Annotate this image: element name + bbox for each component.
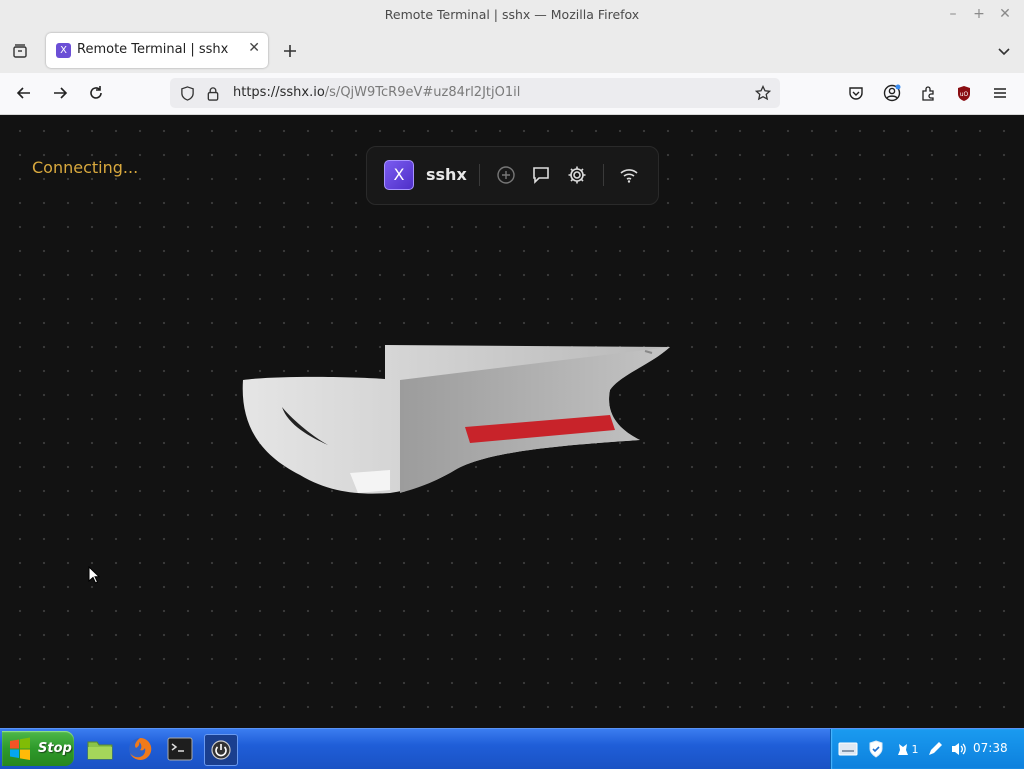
menu-hamburger-icon[interactable] <box>988 81 1012 105</box>
pocket-icon[interactable] <box>844 81 868 105</box>
connection-status: Connecting... <box>32 158 139 177</box>
tab-groups-icon[interactable] <box>8 39 32 63</box>
tab-remote-terminal[interactable]: X Remote Terminal | sshx ✕ <box>46 33 268 68</box>
navigation-bar: https://sshx.io/s/QjW9TcR9eV#uz84rl2JtjO… <box>0 73 1024 115</box>
volume-speaker-icon[interactable] <box>949 739 969 759</box>
running-app-power-icon[interactable] <box>204 734 238 766</box>
updates-notification-icon[interactable]: 1 <box>893 739 921 759</box>
window-title: Remote Terminal | sshx — Mozilla Firefox <box>384 7 640 22</box>
network-wifi-icon[interactable] <box>617 163 641 187</box>
url-path: /s/QjW9TcR9eV#uz84rl2JtjO1il <box>324 85 521 100</box>
toolbar-divider <box>479 164 480 186</box>
url-host: https://sshx.io <box>233 85 325 100</box>
warped-loading-graphic <box>240 345 680 509</box>
bookmark-star-icon[interactable] <box>754 84 772 102</box>
list-tabs-chevron-icon[interactable] <box>992 39 1016 63</box>
ublock-origin-icon[interactable]: uO <box>952 81 976 105</box>
sshx-toolbar: X sshx <box>366 146 659 205</box>
close-window-button[interactable]: ✕ <box>996 5 1014 23</box>
terminal-icon[interactable] <box>164 734 196 764</box>
forward-arrow-icon[interactable] <box>48 81 72 105</box>
security-shield-icon[interactable] <box>866 739 886 759</box>
minimize-button[interactable]: – <box>944 5 962 23</box>
sshx-favicon: X <box>56 43 71 58</box>
chat-icon[interactable] <box>529 163 553 187</box>
firefox-icon[interactable] <box>124 734 156 764</box>
start-label: Stop <box>38 741 72 756</box>
taskbar-clock[interactable]: 07:38 <box>973 741 1008 755</box>
tab-label: Remote Terminal | sshx <box>77 42 229 57</box>
account-icon[interactable] <box>880 81 904 105</box>
new-tab-button[interactable] <box>278 39 302 63</box>
mouse-cursor-icon <box>88 565 101 588</box>
pen-tool-icon[interactable] <box>925 739 945 759</box>
updates-count: 1 <box>911 742 919 756</box>
svg-text:uO: uO <box>960 91 969 98</box>
window-titlebar: Remote Terminal | sshx — Mozilla Firefox… <box>0 0 1024 29</box>
url-bar[interactable]: https://sshx.io/s/QjW9TcR9eV#uz84rl2JtjO… <box>170 78 780 108</box>
tracking-shield-icon[interactable] <box>178 84 196 102</box>
start-button[interactable]: Stop <box>2 731 74 766</box>
tab-strip: X Remote Terminal | sshx ✕ <box>0 29 1024 73</box>
close-tab-icon[interactable]: ✕ <box>248 40 260 56</box>
settings-gear-icon[interactable] <box>565 163 589 187</box>
extensions-puzzle-icon[interactable] <box>916 81 940 105</box>
lock-icon[interactable] <box>204 84 222 102</box>
windows-flag-icon <box>6 735 34 763</box>
toolbar-divider <box>603 164 604 186</box>
back-arrow-icon[interactable] <box>12 81 36 105</box>
taskbar: Stop 1 07:38 <box>0 728 1024 769</box>
maximize-button[interactable]: + <box>970 5 988 23</box>
system-tray: 1 07:38 <box>830 729 1024 769</box>
url-text[interactable]: https://sshx.io/s/QjW9TcR9eV#uz84rl2JtjO… <box>233 85 520 100</box>
keyboard-icon[interactable] <box>837 739 859 759</box>
brand-name: sshx <box>426 165 467 184</box>
sshx-canvas[interactable]: Connecting... X sshx <box>0 115 1024 728</box>
file-manager-icon[interactable] <box>84 734 116 764</box>
new-terminal-plus-icon[interactable] <box>494 163 518 187</box>
sshx-logo: X <box>384 160 414 190</box>
reload-icon[interactable] <box>84 81 108 105</box>
